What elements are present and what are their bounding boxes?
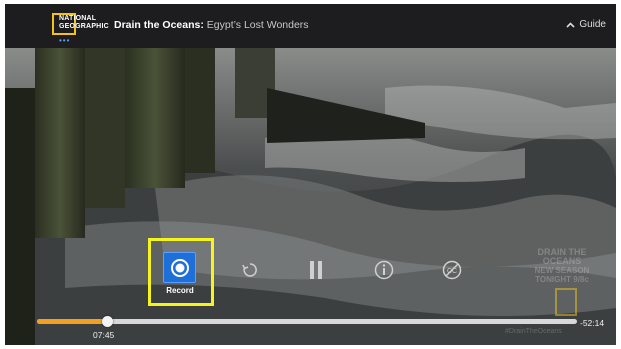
top-bar: NATIONAL GEOGRAPHIC ••• Drain the Oceans… xyxy=(5,4,616,48)
restart-icon xyxy=(242,263,257,277)
channel-promo: DRAIN THE OCEANS NEW SEASON TONIGHT 9/8c xyxy=(517,248,607,285)
episode-title: Egypt’s Lost Wonders xyxy=(206,19,309,31)
tv-frame: NATIONAL GEOGRAPHIC ••• Drain the Oceans… xyxy=(5,4,616,345)
pause-button[interactable] xyxy=(306,260,326,280)
channel-bug-icon xyxy=(555,288,577,316)
pause-icon xyxy=(310,261,322,279)
logo-line2: GEOGRAPHIC xyxy=(59,23,109,30)
record-icon xyxy=(170,258,189,277)
current-time: 07:45 xyxy=(93,330,115,340)
info-icon xyxy=(374,260,394,280)
closed-captions-off-icon: CC xyxy=(442,260,462,280)
promo-line4: TONIGHT 9/8c xyxy=(535,275,589,284)
logo-dots: ••• xyxy=(59,36,71,45)
progress-bar[interactable] xyxy=(37,316,577,327)
player-controls: Record CC DRAIN THE OCEANS NEW SEASON TO… xyxy=(5,48,616,345)
program-title: Drain the Oceans: Egypt’s Lost Wonders xyxy=(114,19,309,31)
record-button[interactable] xyxy=(163,252,196,283)
guide-label: Guide xyxy=(579,19,606,30)
closed-captions-button[interactable]: CC xyxy=(442,260,462,280)
progress-fill xyxy=(37,319,108,324)
logo-text: NATIONAL GEOGRAPHIC xyxy=(59,15,109,31)
show-title: Drain the Oceans: xyxy=(114,19,204,31)
logo-line1: NATIONAL xyxy=(59,15,97,22)
scrubber-handle[interactable] xyxy=(102,316,114,327)
info-button[interactable] xyxy=(374,260,394,280)
record-label: Record xyxy=(166,286,194,295)
promo-hashtag: #DrainTheOceans xyxy=(505,328,562,335)
promo-title-line2: OCEANS xyxy=(542,256,582,266)
chevron-up-icon xyxy=(566,21,575,28)
restart-button[interactable] xyxy=(240,260,260,280)
remaining-time: -52:14 xyxy=(580,318,605,328)
promo-line3: NEW SEASON xyxy=(534,266,590,275)
video-area[interactable]: Record CC DRAIN THE OCEANS NEW SEASON TO… xyxy=(5,48,616,345)
guide-button[interactable]: Guide xyxy=(566,19,606,30)
